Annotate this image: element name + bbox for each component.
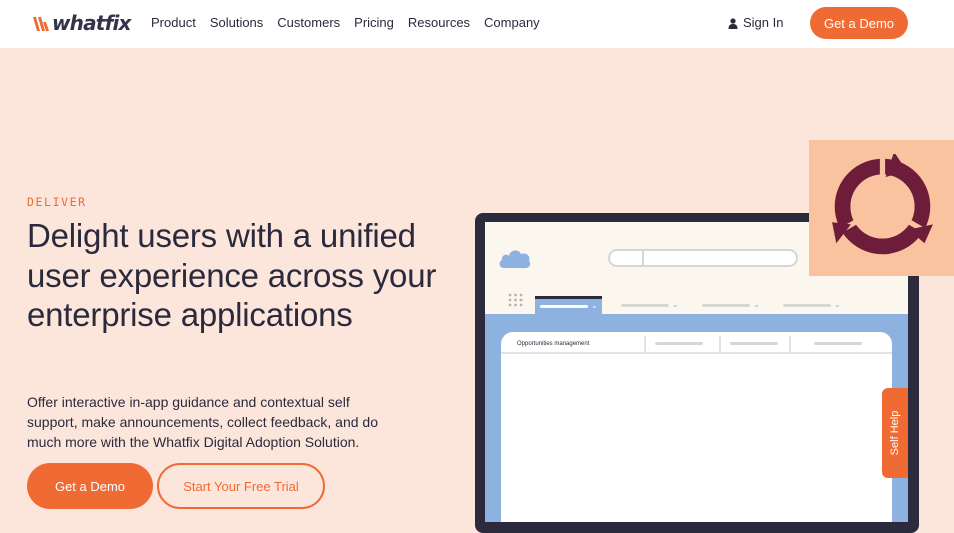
whatfix-logo-icon	[33, 17, 49, 31]
chevron-down-icon: ⌄	[591, 301, 598, 310]
sign-in-link[interactable]: Sign In	[728, 15, 783, 31]
free-trial-button[interactable]: Start Your Free Trial	[157, 463, 325, 509]
nav-item-pricing[interactable]: Pricing	[354, 15, 394, 31]
column-divider	[644, 336, 646, 352]
column-header-placeholder	[655, 342, 703, 345]
content-panel: Opportunities management	[501, 332, 892, 522]
sign-in-label: Sign In	[743, 15, 784, 30]
search-divider	[642, 251, 644, 265]
hero-headline: Delight users with a unified user experi…	[27, 217, 437, 333]
self-help-tab[interactable]: Self Help	[882, 388, 908, 478]
nav-item-company[interactable]: Company	[484, 15, 540, 31]
panel-header: Opportunities management	[501, 332, 892, 354]
column-divider	[789, 336, 791, 352]
nav-item-customers[interactable]: Customers	[277, 15, 340, 31]
chevron-down-icon: ⌄	[834, 300, 841, 309]
search-bar[interactable]	[608, 249, 798, 267]
self-help-label: Self Help	[889, 410, 901, 456]
chevron-down-icon: ⌄	[753, 300, 760, 309]
cycle-arrows-icon	[832, 154, 933, 255]
panel-title: Opportunities management	[517, 341, 590, 347]
app-tab-active[interactable]: ⌄	[535, 296, 602, 314]
top-navigation: whatfix Product Solutions Customers Pric…	[0, 0, 954, 48]
tab-label-placeholder	[702, 304, 750, 307]
whatfix-logo[interactable]: whatfix	[32, 9, 131, 37]
nav-item-resources[interactable]: Resources	[408, 15, 470, 31]
tab-label-placeholder	[783, 304, 831, 307]
cloud-icon	[499, 250, 531, 268]
column-header-placeholder	[814, 342, 862, 345]
grid-dots-icon	[508, 293, 523, 307]
tab-label-placeholder	[621, 304, 669, 307]
get-demo-button[interactable]: Get a Demo	[27, 463, 153, 509]
column-divider	[719, 336, 721, 352]
cycle-card	[809, 140, 954, 276]
nav-item-product[interactable]: Product	[151, 15, 196, 31]
nav-item-solutions[interactable]: Solutions	[210, 15, 263, 31]
user-icon	[728, 17, 738, 29]
main-menu: Product Solutions Customers Pricing Reso…	[151, 15, 554, 31]
tab-label-placeholder	[540, 305, 588, 308]
chevron-down-icon: ⌄	[672, 300, 679, 309]
nav-get-demo-button[interactable]: Get a Demo	[810, 7, 908, 39]
logo-text: whatfix	[52, 11, 131, 35]
hero-eyebrow: DELIVER	[27, 195, 87, 209]
column-header-placeholder	[730, 342, 778, 345]
hero-subtext: Offer interactive in-app guidance and co…	[27, 394, 378, 450]
